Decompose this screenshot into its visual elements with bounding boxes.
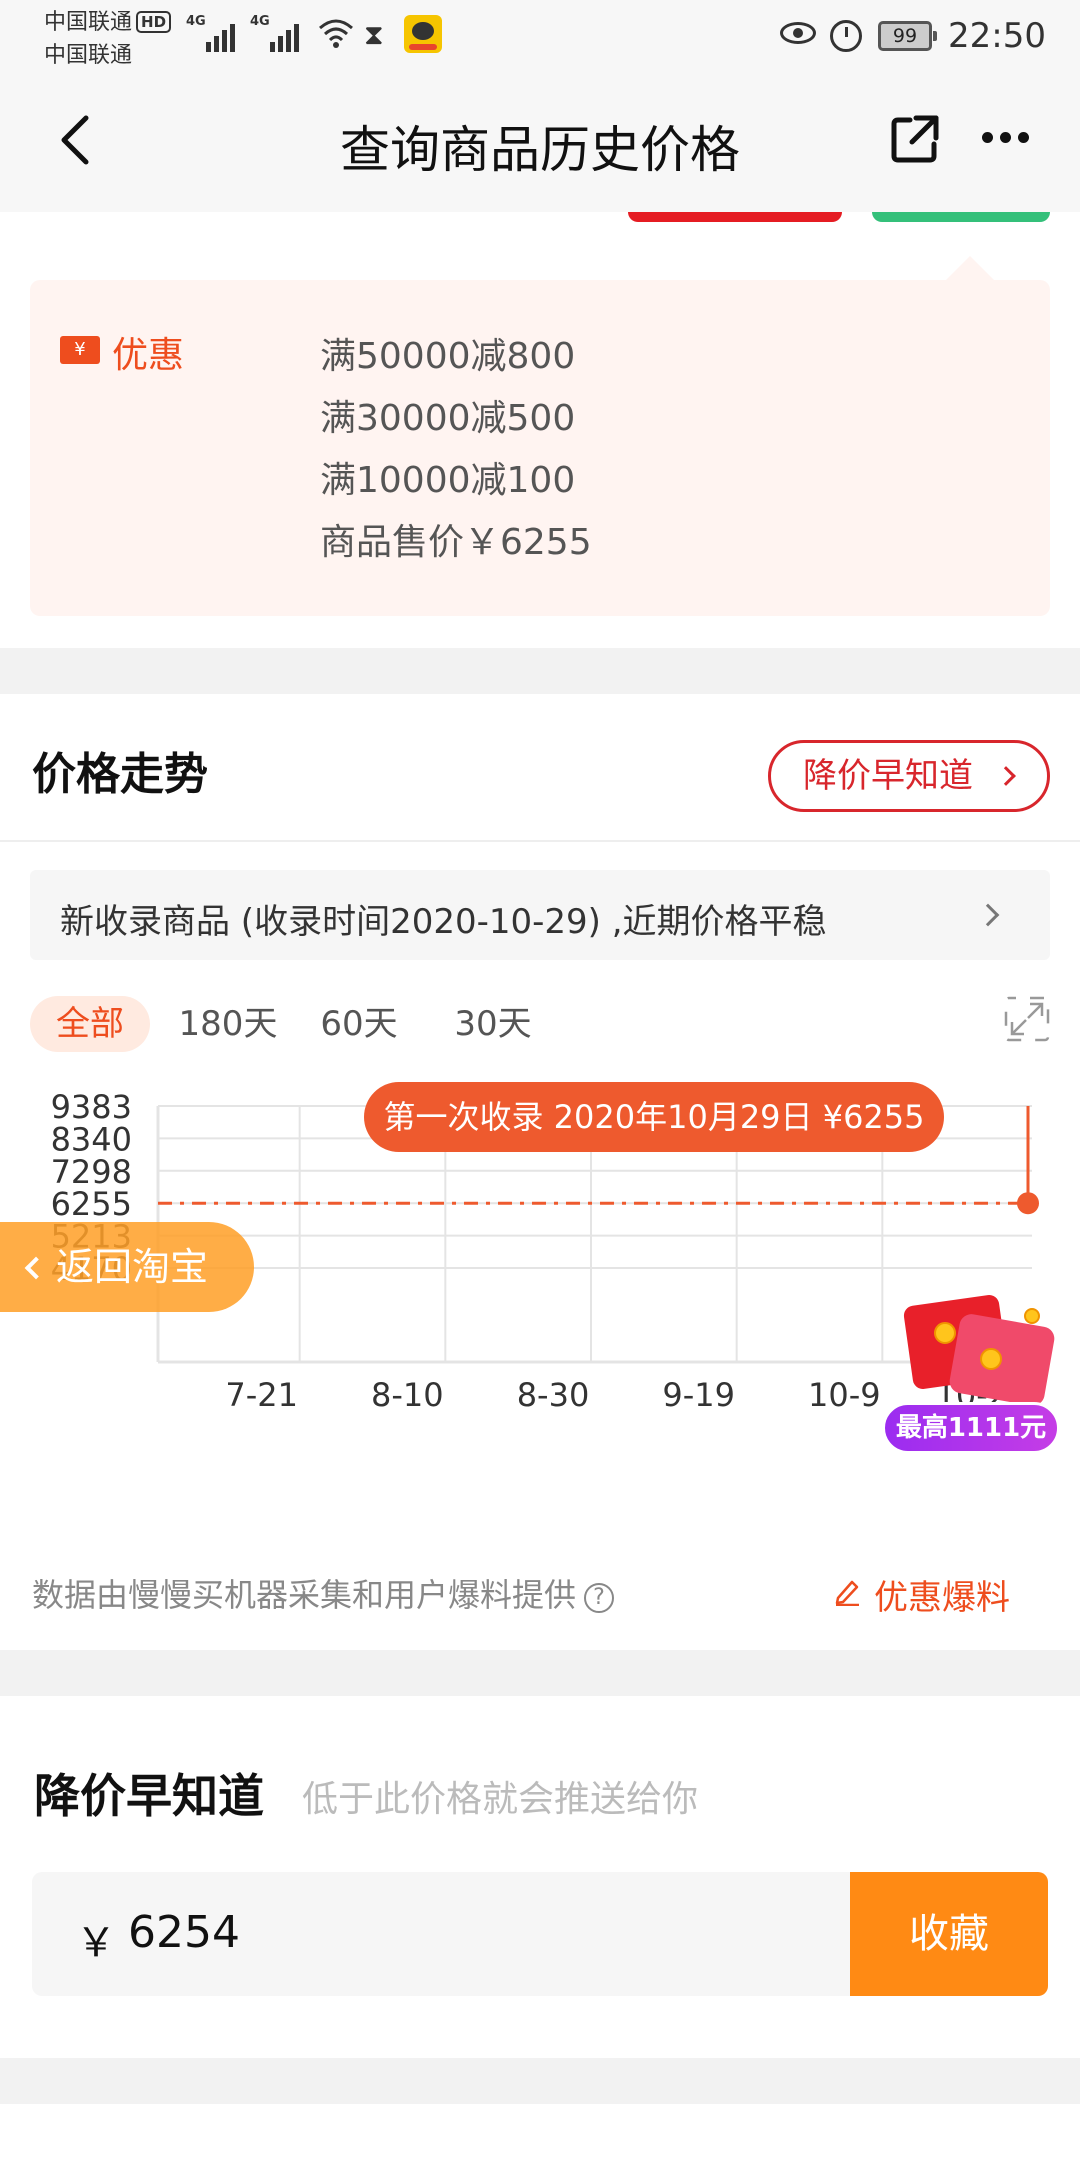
network-1-label: 4G	[186, 14, 206, 29]
save-button[interactable]: 收藏	[850, 1872, 1048, 1996]
first-record-label: 第一次收录 2020年10月29日 ¥6255	[364, 1082, 944, 1152]
red-packet-icon[interactable]	[896, 1293, 1057, 1414]
coupon-icon: ¥	[60, 336, 100, 364]
source-note: 数据由慢慢买机器采集和用户爆料提供?	[32, 1570, 615, 1616]
screen: 中国联通 HD 中国联通 4G 4G ⧗ 99 22:50 查询商品历史价格 ¥…	[0, 0, 1080, 2160]
divider	[0, 840, 1080, 842]
tab-180-days[interactable]: 180天	[168, 996, 288, 1052]
carrier-1: 中国联通	[44, 10, 133, 35]
notify-button-label: 降价早知道	[803, 756, 973, 796]
tab-30-days[interactable]: 30天	[438, 996, 548, 1052]
price-trend-card: 价格走势 降价早知道 新收录商品 (收录时间2020-10-29) ,近期价格平…	[0, 694, 1080, 1650]
promo-line: 满50000减800	[320, 336, 576, 377]
chevron-right-icon	[976, 903, 1000, 927]
drop-notify-title: 降价早知道	[34, 1769, 264, 1823]
chevron-left-icon	[24, 1256, 48, 1280]
return-button-label: 返回淘宝	[56, 1245, 209, 1289]
battery-icon: 99	[878, 21, 937, 51]
clock: 22:50	[948, 16, 1046, 56]
next-card-stub	[0, 2104, 1080, 2160]
promo-line: 满30000减500	[320, 398, 576, 439]
compare-button-stub[interactable]	[872, 212, 1050, 222]
signal-2-icon: 4G	[250, 14, 306, 52]
x-tick-label: 7-21	[225, 1376, 298, 1414]
drop-notify-subtitle: 低于此价格就会推送给你	[302, 1779, 699, 1820]
x-tick-label: 8-30	[517, 1376, 590, 1414]
expand-icon[interactable]	[1004, 996, 1050, 1042]
x-tick-label: 8-10	[371, 1376, 444, 1414]
x-tick-label: 10-9	[808, 1376, 881, 1414]
share-icon[interactable]	[888, 112, 942, 166]
data-point	[1017, 1192, 1039, 1215]
help-icon[interactable]: ?	[584, 1583, 615, 1613]
more-icon[interactable]	[982, 132, 1030, 144]
record-info-text: 新收录商品 (收录时间2020-10-29) ,近期价格平稳	[60, 902, 827, 942]
report-link-label: 优惠爆料	[874, 1578, 1010, 1618]
network-2-label: 4G	[250, 14, 270, 29]
promo-label: 优惠	[112, 335, 185, 376]
chevron-right-icon	[996, 766, 1016, 786]
alarm-icon	[830, 20, 862, 52]
pen-icon	[835, 1580, 859, 1606]
currency-symbol: ￥	[76, 1920, 116, 1966]
signal-1-icon: 4G	[186, 14, 242, 52]
target-price-field: ￥	[32, 1872, 850, 1996]
promo-line: 商品售价￥6255	[320, 522, 592, 563]
record-info-row[interactable]: 新收录商品 (收录时间2020-10-29) ,近期价格平稳	[30, 870, 1050, 960]
hourglass-icon: ⧗	[364, 18, 384, 51]
red-packet-badge[interactable]: 最高1111元	[882, 1402, 1060, 1454]
source-note-text: 数据由慢慢买机器采集和用户爆料提供	[32, 1576, 577, 1614]
wifi-icon	[319, 19, 353, 48]
hd-badge: HD	[136, 11, 172, 33]
tab-60-days[interactable]: 60天	[304, 996, 414, 1052]
carrier-info: 中国联通 HD 中国联通	[44, 6, 172, 72]
promo-lines: 满50000减800 满30000减500 满10000减100 商品售价￥62…	[320, 326, 592, 574]
app-notification-icon	[404, 15, 442, 53]
promo-box: ¥ 优惠 满50000减800 满30000减500 满10000减100 商品…	[30, 280, 1050, 616]
promo-card: ¥ 优惠 满50000减800 满30000减500 满10000减100 商品…	[0, 212, 1080, 648]
nav-bar: 查询商品历史价格	[0, 80, 1080, 212]
carrier-2: 中国联通	[44, 43, 133, 68]
price-drop-card: 降价早知道 低于此价格就会推送给你 ￥ 收藏	[0, 1696, 1080, 2058]
buy-button-stub[interactable]	[628, 212, 842, 222]
eye-icon	[780, 22, 816, 44]
target-price-input[interactable]	[128, 1902, 728, 1962]
tab-all[interactable]: 全部	[30, 996, 150, 1052]
status-bar: 中国联通 HD 中国联通 4G 4G ⧗ 99 22:50	[0, 0, 1080, 80]
promo-pointer	[946, 256, 994, 280]
price-drop-notify-button[interactable]: 降价早知道	[768, 740, 1050, 812]
section-title: 价格走势	[32, 749, 208, 800]
promo-line: 满10000减100	[320, 460, 576, 501]
x-tick-label: 9-19	[662, 1376, 735, 1414]
return-taobao-button[interactable]: 返回淘宝	[0, 1222, 254, 1312]
report-deal-link[interactable]: 优惠爆料	[835, 1570, 1010, 1619]
